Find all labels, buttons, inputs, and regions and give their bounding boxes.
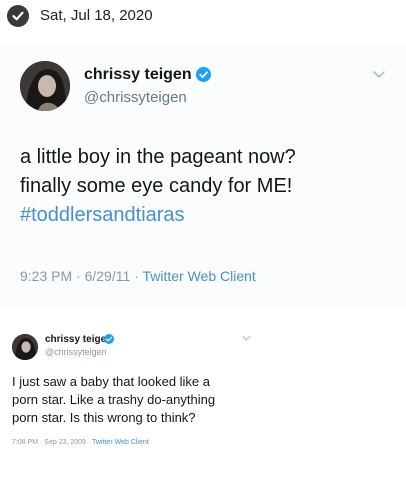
- hashtag-link[interactable]: #toddlersandtiaras: [20, 201, 390, 230]
- tweet-client-link[interactable]: Twitter Web Client: [92, 439, 149, 446]
- tweet-timestamp[interactable]: 7:08 PM · Sep 23, 2009 ·: [12, 439, 92, 446]
- date-header: Sat, Jul 18, 2020: [0, 0, 406, 34]
- tweet-text-line: porn star. Is this wrong to think?: [12, 410, 196, 425]
- check-circle-icon[interactable]: [7, 5, 29, 27]
- tweet-text: a little boy in the pageant now? finally…: [20, 143, 390, 230]
- tweet-text-line: I just saw a baby that looked like a: [12, 374, 211, 389]
- tweet-card-1: chrissy teigen @chrissyteigen a little b…: [0, 44, 406, 306]
- tweet-text-line: a little boy in the pageant now?: [20, 146, 296, 168]
- author-handle[interactable]: @chrissyteigen: [45, 347, 107, 357]
- tweet-card-2: chrissy teigen @chrissyteigen I just saw…: [0, 318, 258, 468]
- tweet-timestamp[interactable]: 9:23 PM · 6/29/11 ·: [20, 268, 142, 284]
- tweet-client-link[interactable]: Twitter Web Client: [142, 268, 255, 284]
- avatar[interactable]: [12, 334, 38, 360]
- verified-badge-icon: [104, 334, 114, 344]
- tweet-text-line: finally some eye candy for ME!: [20, 175, 293, 197]
- tweet-metadata: 9:23 PM · 6/29/11 · Twitter Web Client: [20, 268, 256, 284]
- verified-badge-icon: [196, 67, 211, 82]
- chevron-down-icon[interactable]: [242, 335, 251, 342]
- date-label: Sat, Jul 18, 2020: [40, 7, 153, 24]
- tweet-text-line: porn star. Like a trashy do-anything: [12, 392, 216, 407]
- tweet-text: I just saw a baby that looked like a por…: [12, 373, 252, 427]
- author-handle[interactable]: @chrissyteigen: [84, 89, 187, 106]
- author-name[interactable]: chrissy teigen: [45, 334, 112, 345]
- author-name[interactable]: chrissy teigen: [84, 66, 192, 84]
- chevron-down-icon[interactable]: [372, 70, 386, 80]
- tweet-metadata: 7:08 PM · Sep 23, 2009 · Twitter Web Cli…: [12, 439, 149, 446]
- avatar[interactable]: [20, 61, 70, 111]
